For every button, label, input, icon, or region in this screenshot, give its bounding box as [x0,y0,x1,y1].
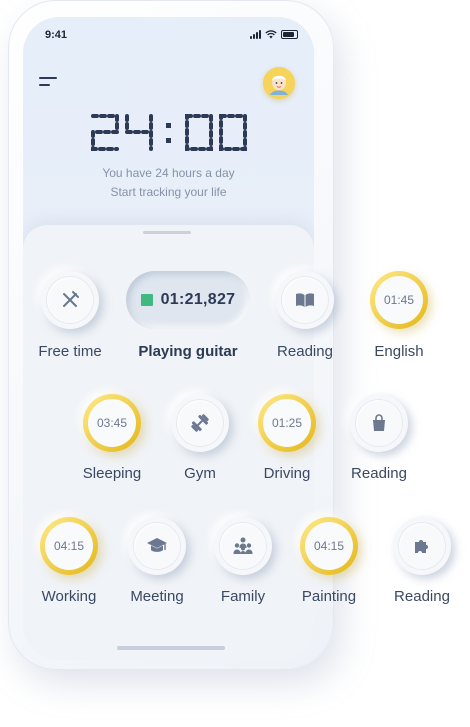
sleeping-timer: 03:45 [96,416,128,430]
digital-clock [90,114,247,151]
fork-knife-icon [63,291,79,307]
activity-reading-button[interactable] [276,271,334,329]
avatar[interactable] [263,67,295,99]
graduation-cap-icon [147,538,167,552]
home-indicator [117,646,225,650]
wifi-icon [265,30,277,39]
activity-gym-button[interactable] [171,394,229,452]
active-timer-value: 01:21,827 [160,291,236,308]
active-activity-label: Playing guitar [138,343,238,360]
puzzle-icon [415,540,428,553]
activity-english-button[interactable]: 01:45 [370,271,428,329]
activity-sleeping-label: Sleeping [82,465,142,482]
activity-painting-button[interactable]: 04:15 [300,517,358,575]
book-icon [296,293,314,307]
activity-sleeping-button[interactable]: 03:45 [83,394,141,452]
activity-working-label: Working [41,588,97,605]
activity-family-button[interactable] [214,517,272,575]
activity-driving-button[interactable]: 01:25 [258,394,316,452]
shopping-bag-icon [373,414,385,431]
activity-reading-3-button[interactable] [393,517,451,575]
activity-working-button[interactable]: 04:15 [40,517,98,575]
header-line-2: Start tracking your life [110,185,227,199]
activity-reading-label: Reading [277,343,333,360]
activity-driving-label: Driving [263,465,311,482]
signal-icon [250,30,261,39]
driving-timer: 01:25 [271,416,303,430]
activity-reading-2-button[interactable] [350,394,408,452]
activity-free-time-button[interactable] [41,271,99,329]
header-line-1: You have 24 hours a day [102,166,235,180]
activity-gym-label: Gym [184,465,216,482]
activity-meeting-label: Meeting [130,588,184,605]
status-bar: 9:41 [23,17,314,53]
avatar-face-icon [263,67,295,99]
activity-family-label: Family [220,588,266,605]
dumbbell-icon [191,414,209,432]
recording-indicator [140,294,153,306]
activity-meeting-button[interactable] [128,517,186,575]
activity-reading-2-label: Reading [351,465,407,482]
working-timer: 04:15 [53,539,85,553]
painting-timer: 04:15 [313,539,345,553]
sheet-handle[interactable] [143,231,191,234]
battery-icon [281,30,298,39]
activity-english-label: English [374,343,424,360]
status-time: 9:41 [45,29,68,41]
english-timer: 01:45 [383,293,415,307]
menu-icon[interactable] [39,77,57,89]
activity-reading-3-label: Reading [394,588,450,605]
status-icons [250,30,298,39]
family-icon [233,537,253,554]
activity-free-time-label: Free time [38,343,102,360]
activity-painting-label: Painting [301,588,357,605]
active-activity-timer[interactable]: 01:21,827 [126,271,250,329]
clock-display [23,113,314,153]
